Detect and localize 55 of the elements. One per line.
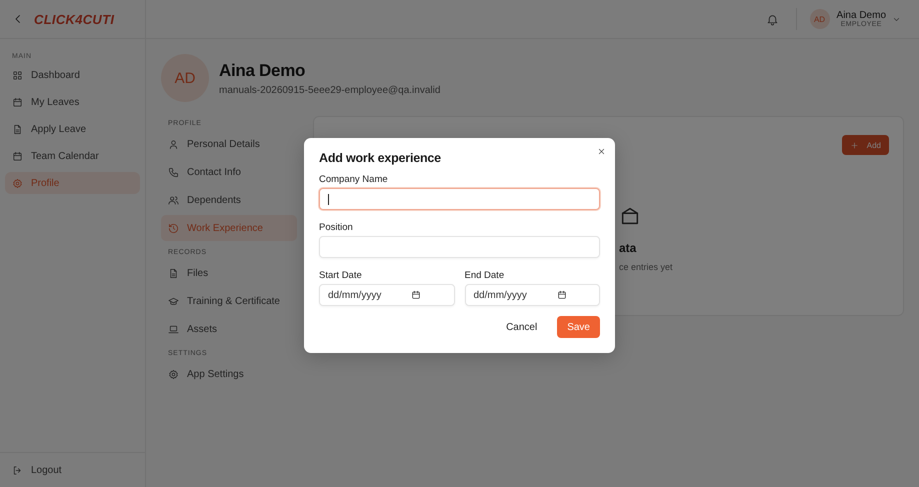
user-icon bbox=[168, 138, 179, 150]
profile-menu-item[interactable]: App Settings bbox=[161, 361, 297, 387]
plus-icon bbox=[850, 140, 859, 150]
close-button[interactable] bbox=[597, 147, 606, 156]
calendar-icon bbox=[12, 150, 23, 162]
empty-message: ce entries yet bbox=[619, 262, 673, 272]
profile-menu-item[interactable]: Assets bbox=[161, 316, 297, 342]
notification-button[interactable] bbox=[766, 12, 779, 26]
calendar-icon bbox=[556, 290, 567, 300]
nav-item[interactable]: Dashboard bbox=[5, 64, 140, 86]
calendar-icon bbox=[12, 96, 23, 108]
close-icon bbox=[597, 147, 606, 156]
bell-icon bbox=[766, 12, 779, 26]
field-label: Position bbox=[319, 222, 354, 233]
user-name: Aina Demo bbox=[836, 10, 886, 21]
profile-email: manuals-20260915-5eee29-employee@qa.invalid bbox=[219, 84, 440, 96]
cancel-button[interactable]: Cancel bbox=[496, 316, 548, 338]
logout-button[interactable]: Logout bbox=[12, 459, 62, 481]
logout-icon bbox=[12, 464, 23, 476]
document-icon bbox=[168, 268, 179, 278]
calendar-icon bbox=[411, 290, 422, 300]
profile-menu-item[interactable]: Training & Certificate bbox=[161, 288, 297, 314]
document-icon bbox=[12, 124, 23, 134]
empty-title: ata bbox=[619, 241, 636, 255]
dialog-title: Add work experience bbox=[319, 151, 442, 165]
field-label: End Date bbox=[464, 270, 506, 281]
save-button[interactable]: Save bbox=[557, 316, 600, 338]
gear-icon bbox=[168, 368, 179, 380]
people-icon bbox=[168, 194, 179, 206]
nav-item[interactable]: Apply Leave bbox=[5, 118, 140, 140]
phone-icon bbox=[168, 166, 179, 178]
add-button[interactable]: Add bbox=[842, 135, 889, 155]
nav-item[interactable]: Team Calendar bbox=[5, 145, 140, 167]
date-field[interactable]: dd/mm/yyyy bbox=[319, 284, 454, 306]
graduation-cap-icon bbox=[168, 296, 179, 306]
profile-menu-item[interactable]: Contact Info bbox=[161, 159, 297, 185]
gear-icon bbox=[12, 178, 23, 188]
nav-item[interactable]: Profile bbox=[5, 172, 140, 194]
profile-menu-item[interactable]: Personal Details bbox=[161, 131, 297, 157]
field-label: Company Name bbox=[319, 174, 389, 185]
input-field[interactable] bbox=[319, 188, 600, 210]
laptop-icon bbox=[168, 324, 179, 334]
field-label: Start Date bbox=[319, 270, 363, 281]
user-avatar[interactable]: AD bbox=[810, 9, 830, 29]
app-logo[interactable]: CLICK4CUTI bbox=[34, 12, 114, 26]
profile-menu-item[interactable]: Work Experience bbox=[161, 215, 297, 241]
profile-avatar: AD bbox=[161, 54, 209, 102]
box-icon bbox=[619, 205, 641, 227]
history-icon bbox=[168, 222, 179, 234]
grid-icon bbox=[12, 70, 23, 80]
profile-menu-item[interactable]: Files bbox=[161, 260, 297, 286]
nav-item[interactable]: My Leaves bbox=[5, 91, 140, 113]
date-field[interactable]: dd/mm/yyyy bbox=[464, 284, 600, 306]
profile-name: Aina Demo bbox=[219, 60, 306, 80]
profile-menu-item[interactable]: Dependents bbox=[161, 187, 297, 213]
